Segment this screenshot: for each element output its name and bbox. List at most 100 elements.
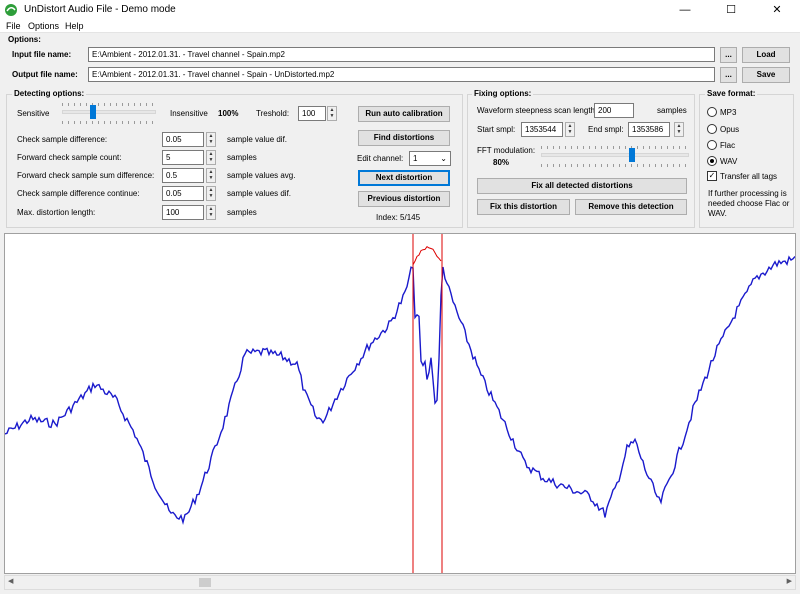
format-note: If further processing is needed choose F… xyxy=(708,189,790,218)
diff-continue-label: Check sample difference continue: xyxy=(17,189,140,198)
menu-bar: File Options Help xyxy=(0,20,800,33)
end-sample-label: End smpl: xyxy=(588,125,624,134)
sensitive-label: Sensitive xyxy=(17,109,50,118)
insensitive-label: Insensitive xyxy=(170,109,208,118)
check-sample-diff-spinner[interactable]: ▲ ▼ xyxy=(206,132,216,147)
next-distortion-button[interactable]: Next distortion xyxy=(358,170,450,186)
transfer-tags-label: Transfer all tags xyxy=(720,172,778,181)
forward-count-unit: samples xyxy=(227,153,257,162)
format-wav-label: WAV xyxy=(720,157,738,166)
check-sample-diff-unit: sample value dif. xyxy=(227,135,288,144)
format-mp3-radio[interactable] xyxy=(707,107,717,117)
max-length-spinner[interactable]: ▲ ▼ xyxy=(206,205,216,220)
forward-sum-spinner[interactable]: ▲ ▼ xyxy=(206,168,216,183)
options-title: Options: xyxy=(8,35,41,44)
threshold-input[interactable]: 100 xyxy=(298,106,326,121)
save-button[interactable]: Save xyxy=(742,67,790,83)
start-sample-label: Start smpl: xyxy=(477,125,516,134)
fixing-options-title: Fixing options: xyxy=(472,89,534,98)
remove-detection-button[interactable]: Remove this detection xyxy=(575,199,687,215)
menu-options[interactable]: Options xyxy=(28,21,59,31)
sensitivity-ticks-bottom xyxy=(62,121,156,124)
clipped-peak-line xyxy=(412,246,442,266)
menu-file[interactable]: File xyxy=(6,21,21,31)
previous-distortion-button[interactable]: Previous distortion xyxy=(358,191,450,207)
browse-output-button[interactable]: ... xyxy=(720,67,737,83)
scroll-right-icon[interactable]: ▶ xyxy=(787,577,792,585)
app-icon xyxy=(5,4,17,16)
spin-down-icon[interactable]: ▼ xyxy=(207,212,215,218)
window-title: UnDistort Audio File - Demo mode xyxy=(24,4,176,15)
end-sample-input[interactable]: 1353586 xyxy=(628,122,670,137)
close-button[interactable]: ✕ xyxy=(754,0,800,20)
output-file-label: Output file name: xyxy=(12,70,78,79)
browse-input-button[interactable]: ... xyxy=(720,47,737,63)
title-bar: UnDistort Audio File - Demo mode — ☐ ✕ xyxy=(0,0,800,20)
sensitivity-slider-track[interactable] xyxy=(62,110,156,114)
find-distortions-button[interactable]: Find distortions xyxy=(358,130,450,146)
waveform-line xyxy=(5,255,795,526)
format-opus-label: Opus xyxy=(720,125,740,134)
sensitivity-slider-thumb[interactable] xyxy=(90,105,97,119)
menu-help[interactable]: Help xyxy=(65,21,84,31)
spin-down-icon[interactable]: ▼ xyxy=(566,129,574,135)
sensitivity-ticks-top xyxy=(62,103,156,106)
chevron-down-icon: ⌄ xyxy=(440,154,447,163)
maximize-button[interactable]: ☐ xyxy=(708,0,754,20)
check-sample-diff-label: Check sample difference: xyxy=(17,135,108,144)
run-auto-calibration-button[interactable]: Run auto calibration xyxy=(358,106,450,122)
scroll-left-icon[interactable]: ◀ xyxy=(8,577,13,585)
fix-all-button[interactable]: Fix all detected distortions xyxy=(477,178,687,194)
start-sample-input[interactable]: 1353544 xyxy=(521,122,563,137)
check-sample-diff-input[interactable]: 0.05 xyxy=(162,132,204,147)
input-file-field[interactable]: E:\Ambient - 2012.01.31. - Travel channe… xyxy=(88,47,715,62)
diff-continue-unit: sample values dif. xyxy=(227,189,292,198)
format-wav-radio[interactable] xyxy=(707,156,717,166)
spin-down-icon[interactable]: ▼ xyxy=(207,193,215,199)
threshold-spinner[interactable]: ▲ ▼ xyxy=(327,106,337,121)
format-opus-radio[interactable] xyxy=(707,124,717,134)
minimize-button[interactable]: — xyxy=(662,0,708,20)
forward-sum-label: Forward check sample sum difference: xyxy=(17,171,155,180)
load-button[interactable]: Load xyxy=(742,47,790,63)
spin-down-icon[interactable]: ▼ xyxy=(207,139,215,145)
fix-this-button[interactable]: Fix this distortion xyxy=(477,199,570,215)
threshold-label: Treshold: xyxy=(256,109,290,118)
diff-continue-input[interactable]: 0.05 xyxy=(162,186,204,201)
fft-slider-thumb[interactable] xyxy=(629,148,636,162)
horizontal-scrollbar[interactable]: ◀ ▶ xyxy=(4,575,796,590)
max-length-input[interactable]: 100 xyxy=(162,205,204,220)
max-length-unit: samples xyxy=(227,208,257,217)
format-flac-radio[interactable] xyxy=(707,140,717,150)
fft-ticks-top xyxy=(541,146,689,149)
save-format-title: Save format: xyxy=(705,89,758,98)
waveform-canvas[interactable] xyxy=(5,234,795,573)
spin-down-icon[interactable]: ▼ xyxy=(328,113,336,119)
diff-continue-spinner[interactable]: ▲ ▼ xyxy=(206,186,216,201)
transfer-tags-checkbox[interactable]: ✓ xyxy=(707,171,717,181)
edit-channel-select[interactable]: 1 ⌄ xyxy=(409,151,451,166)
scan-length-label: Waveform steepness scan length: xyxy=(477,106,598,115)
scroll-thumb[interactable] xyxy=(199,578,211,587)
max-length-label: Max. distortion length: xyxy=(17,208,96,217)
scan-length-input[interactable]: 200 xyxy=(594,103,634,118)
spin-down-icon[interactable]: ▼ xyxy=(207,175,215,181)
output-file-field[interactable]: E:\Ambient - 2012.01.31. - Travel channe… xyxy=(88,67,715,82)
detecting-options-title: Detecting options: xyxy=(12,89,87,98)
edit-channel-label: Edit channel: xyxy=(357,154,404,163)
end-sample-spinner[interactable]: ▲ ▼ xyxy=(674,122,684,137)
forward-count-label: Forward check sample count: xyxy=(17,153,122,162)
fft-slider-track[interactable] xyxy=(541,153,689,157)
spin-down-icon[interactable]: ▼ xyxy=(675,129,683,135)
waveform-panel[interactable] xyxy=(4,233,796,574)
forward-sum-input[interactable]: 0.5 xyxy=(162,168,204,183)
forward-count-input[interactable]: 5 xyxy=(162,150,204,165)
scan-length-unit: samples xyxy=(657,106,687,115)
forward-sum-unit: sample values avg. xyxy=(227,171,296,180)
spin-down-icon[interactable]: ▼ xyxy=(207,157,215,163)
forward-count-spinner[interactable]: ▲ ▼ xyxy=(206,150,216,165)
start-sample-spinner[interactable]: ▲ ▼ xyxy=(565,122,575,137)
edit-channel-value: 1 xyxy=(413,154,418,163)
fft-modulation-label: FFT modulation: xyxy=(477,146,536,155)
input-file-label: Input file name: xyxy=(12,50,72,59)
